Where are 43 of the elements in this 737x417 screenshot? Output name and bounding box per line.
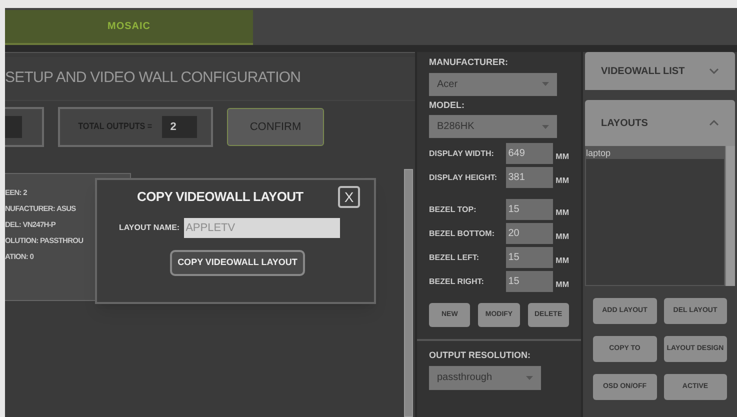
outputs-field[interactable]: 2 xyxy=(162,116,197,138)
unit-label: MM xyxy=(556,278,569,290)
dropdown[interactable]: passthrough xyxy=(429,366,541,390)
unit-label: MM xyxy=(556,150,569,162)
field-label: BEZEL RIGHT: xyxy=(429,276,485,288)
field-label: BEZEL TOP: xyxy=(429,204,478,216)
unit-label: MM xyxy=(556,254,569,266)
caret-icon xyxy=(542,82,549,86)
scrollbar[interactable] xyxy=(725,146,735,286)
number-field[interactable]: 15 xyxy=(506,247,553,268)
panel-title: SETUP AND VIDEO WALL CONFIGURATION xyxy=(5,68,301,88)
field-label: BEZEL BOTTOM: xyxy=(429,228,496,240)
accordion-header[interactable]: VIDEOWALL LIST xyxy=(585,52,735,90)
field-label: MANUFACTURER: xyxy=(429,56,509,69)
field-label: DISPLAY HEIGHT: xyxy=(429,172,498,184)
dialog-title: COPY VIDEOWALL LAYOUT xyxy=(137,188,304,206)
chevron-down-icon xyxy=(709,68,719,74)
number-field[interactable]: 20 xyxy=(506,223,553,244)
unit-label: MM xyxy=(556,206,569,218)
number-field[interactable]: 649 xyxy=(506,143,553,164)
list-item[interactable]: laptop xyxy=(586,147,724,159)
dropdown[interactable]: B286HK xyxy=(429,115,557,138)
number-field[interactable]: 15 xyxy=(506,271,553,292)
caret-icon xyxy=(542,124,549,128)
dropdown[interactable]: Acer xyxy=(429,72,557,96)
confirm-button[interactable]: CONFIRM xyxy=(227,108,324,146)
chevron-up-icon xyxy=(709,120,719,126)
field-label: OUTPUT RESOLUTION: xyxy=(429,349,532,362)
number-field[interactable]: 381 xyxy=(506,167,553,188)
accordion-header[interactable]: LAYOUTS xyxy=(585,100,735,146)
layout-name-field[interactable]: APPLETV xyxy=(184,218,340,238)
caret-icon xyxy=(526,376,533,380)
field-label: MODEL: xyxy=(429,98,466,112)
number-field[interactable]: 15 xyxy=(506,199,553,220)
close-button[interactable]: X xyxy=(338,186,360,208)
mode-tab[interactable]: MOSAIC xyxy=(5,10,253,45)
field-label: DISPLAY WIDTH: xyxy=(429,148,495,160)
field-label: LAYOUT NAME: xyxy=(119,222,180,234)
unit-label: MM xyxy=(556,230,569,242)
scrollbar[interactable] xyxy=(404,169,413,417)
field-label: BEZEL LEFT: xyxy=(429,252,480,264)
copy-layout-button[interactable]: COPY VIDEOWALL LAYOUT xyxy=(170,250,306,276)
unit-label: MM xyxy=(556,174,569,186)
